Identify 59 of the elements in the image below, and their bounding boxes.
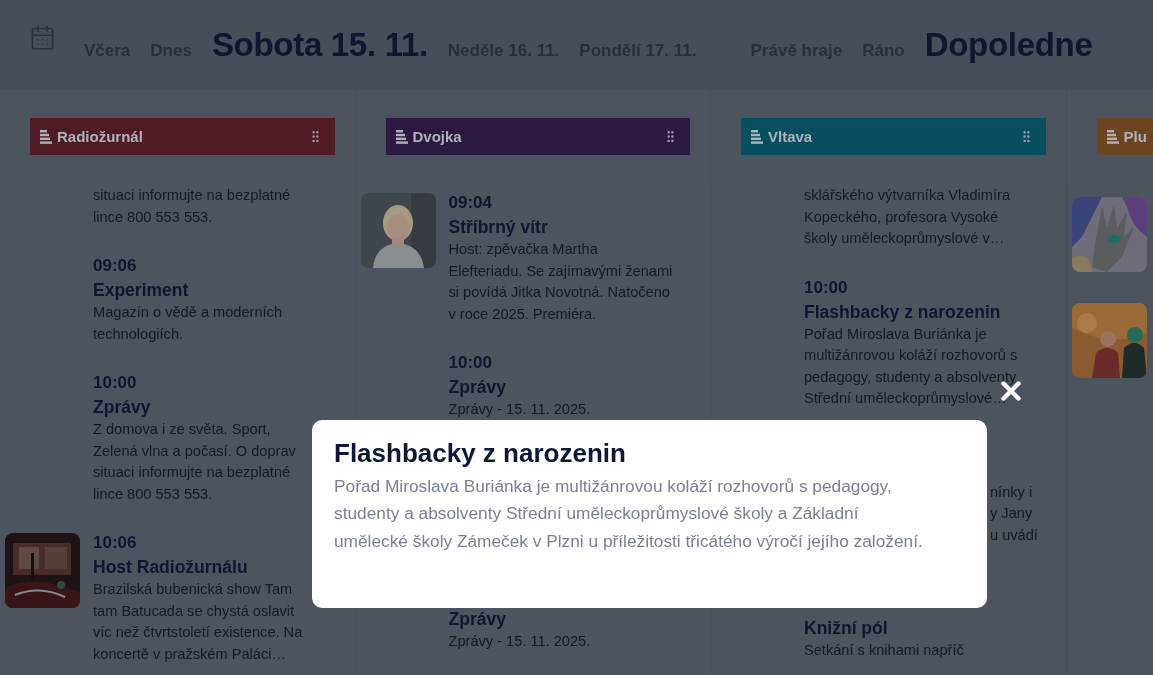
- program-description: víc než čtvrtstoletí existence. Na: [93, 623, 303, 642]
- channel-logo-icon: [751, 129, 763, 144]
- program-time: 09:06: [93, 255, 138, 277]
- program-time: 10:00: [804, 276, 849, 299]
- program-title[interactable]: Knižní pól: [804, 616, 964, 640]
- program-description: lince 800 553 553.: [93, 484, 214, 504]
- program-description: pedagogy, studenty a absolventy: [804, 367, 1018, 387]
- program-description: Zprávy - 15. 11. 2025.: [448, 631, 591, 651]
- dialog-text: Pořad Miroslava Buriánka je multižánrovou koláží rozhovorů s pedagogy, studenty a absolventy Střední uměleckoprůmyslové školy a Základní umělecké školy Zámeček v Plzni u příležitosti třicátého výročí jejího založení.: [334, 475, 924, 553]
- program-description: Host: zpěvačka Martha: [448, 240, 599, 259]
- program-description: si povídá Jitka Novotná. Natočeno: [448, 283, 671, 302]
- program-title[interactable]: Zprávy: [448, 606, 591, 631]
- day-tab[interactable]: Sobota 15. 11.: [201, 26, 438, 64]
- program-description: Zprávy - 15. 11. 2025.: [448, 400, 591, 419]
- channel-name: Radiožurnál: [57, 128, 144, 145]
- program-description: Setkání s knihami napříč: [804, 641, 964, 660]
- channel-name: Vltava: [768, 128, 814, 145]
- program-description: Zelená vlna a počasí. O doprav: [93, 441, 296, 461]
- program-description: koncertě v pražském Paláci…: [93, 644, 288, 664]
- program-time: 10:00: [448, 352, 493, 374]
- program-description: multižánrovou koláží rozhovorů s: [804, 346, 1018, 365]
- dialog-title: Flashbacky z narozenin: [334, 437, 627, 469]
- program-title[interactable]: Flashbacky z narozenin: [804, 299, 1018, 324]
- program-description: u uvádí: [990, 525, 1038, 545]
- program-description: Magazín o vědě a moderních: [93, 303, 283, 322]
- channel-header[interactable]: Vltava: [741, 118, 1046, 155]
- program-time: 09:04: [448, 192, 493, 214]
- channel-name: Dvojka: [412, 128, 463, 145]
- program-description: Kopeckého, profesora Vysoké: [804, 207, 1000, 227]
- program-title[interactable]: Experiment: [93, 278, 283, 302]
- program-description: nínky i: [990, 482, 1034, 502]
- channel-header[interactable]: Plu: [1096, 118, 1153, 155]
- program-description: technologiích.: [93, 324, 185, 344]
- program-description: v roce 2025. Premiéra.: [448, 304, 598, 324]
- program-title[interactable]: Stříbrný vítr: [448, 215, 673, 239]
- channel-logo-icon: [40, 129, 52, 144]
- program-description: y Jany: [990, 504, 1034, 523]
- channel-header[interactable]: Radiožurnál: [30, 118, 335, 155]
- program-description: situaci informujte na bezplatné: [93, 186, 291, 205]
- channel-name: Plu: [1123, 128, 1148, 145]
- program-description: Pořad Miroslava Buriánka je: [804, 324, 988, 344]
- program-description: Střední uměleckoprůmyslové…: [804, 389, 1008, 408]
- program-description: lince 800 553 553.: [93, 207, 214, 227]
- program-description: Brazilská bubenická show Tam: [93, 580, 294, 599]
- program-title[interactable]: Host Radiožurnálu: [93, 555, 303, 579]
- program-description: Elefteriadu. Se zajímavými ženami: [448, 261, 673, 281]
- channel-header[interactable]: Dvojka: [385, 118, 690, 155]
- channel-logo-icon: [395, 129, 408, 144]
- program-description: tam Batucada se chystá oslavit: [93, 601, 296, 621]
- program-time: 10:06: [93, 532, 138, 554]
- program-description: Z domova i ze světa. Sport,: [93, 420, 272, 439]
- program-description: situaci informujte na bezplatné: [93, 463, 292, 482]
- channel-logo-icon: [1106, 129, 1119, 144]
- time-tab[interactable]: Dopoledne: [914, 26, 1103, 64]
- program-time: 10:00: [93, 372, 138, 394]
- program-title[interactable]: Zprávy: [93, 395, 296, 419]
- program-title[interactable]: Zprávy: [448, 375, 591, 399]
- program-description: sklářského výtvarníka Vladimíra: [804, 186, 1010, 205]
- program-description: školy uměleckoprůmyslové v…: [804, 229, 1006, 248]
